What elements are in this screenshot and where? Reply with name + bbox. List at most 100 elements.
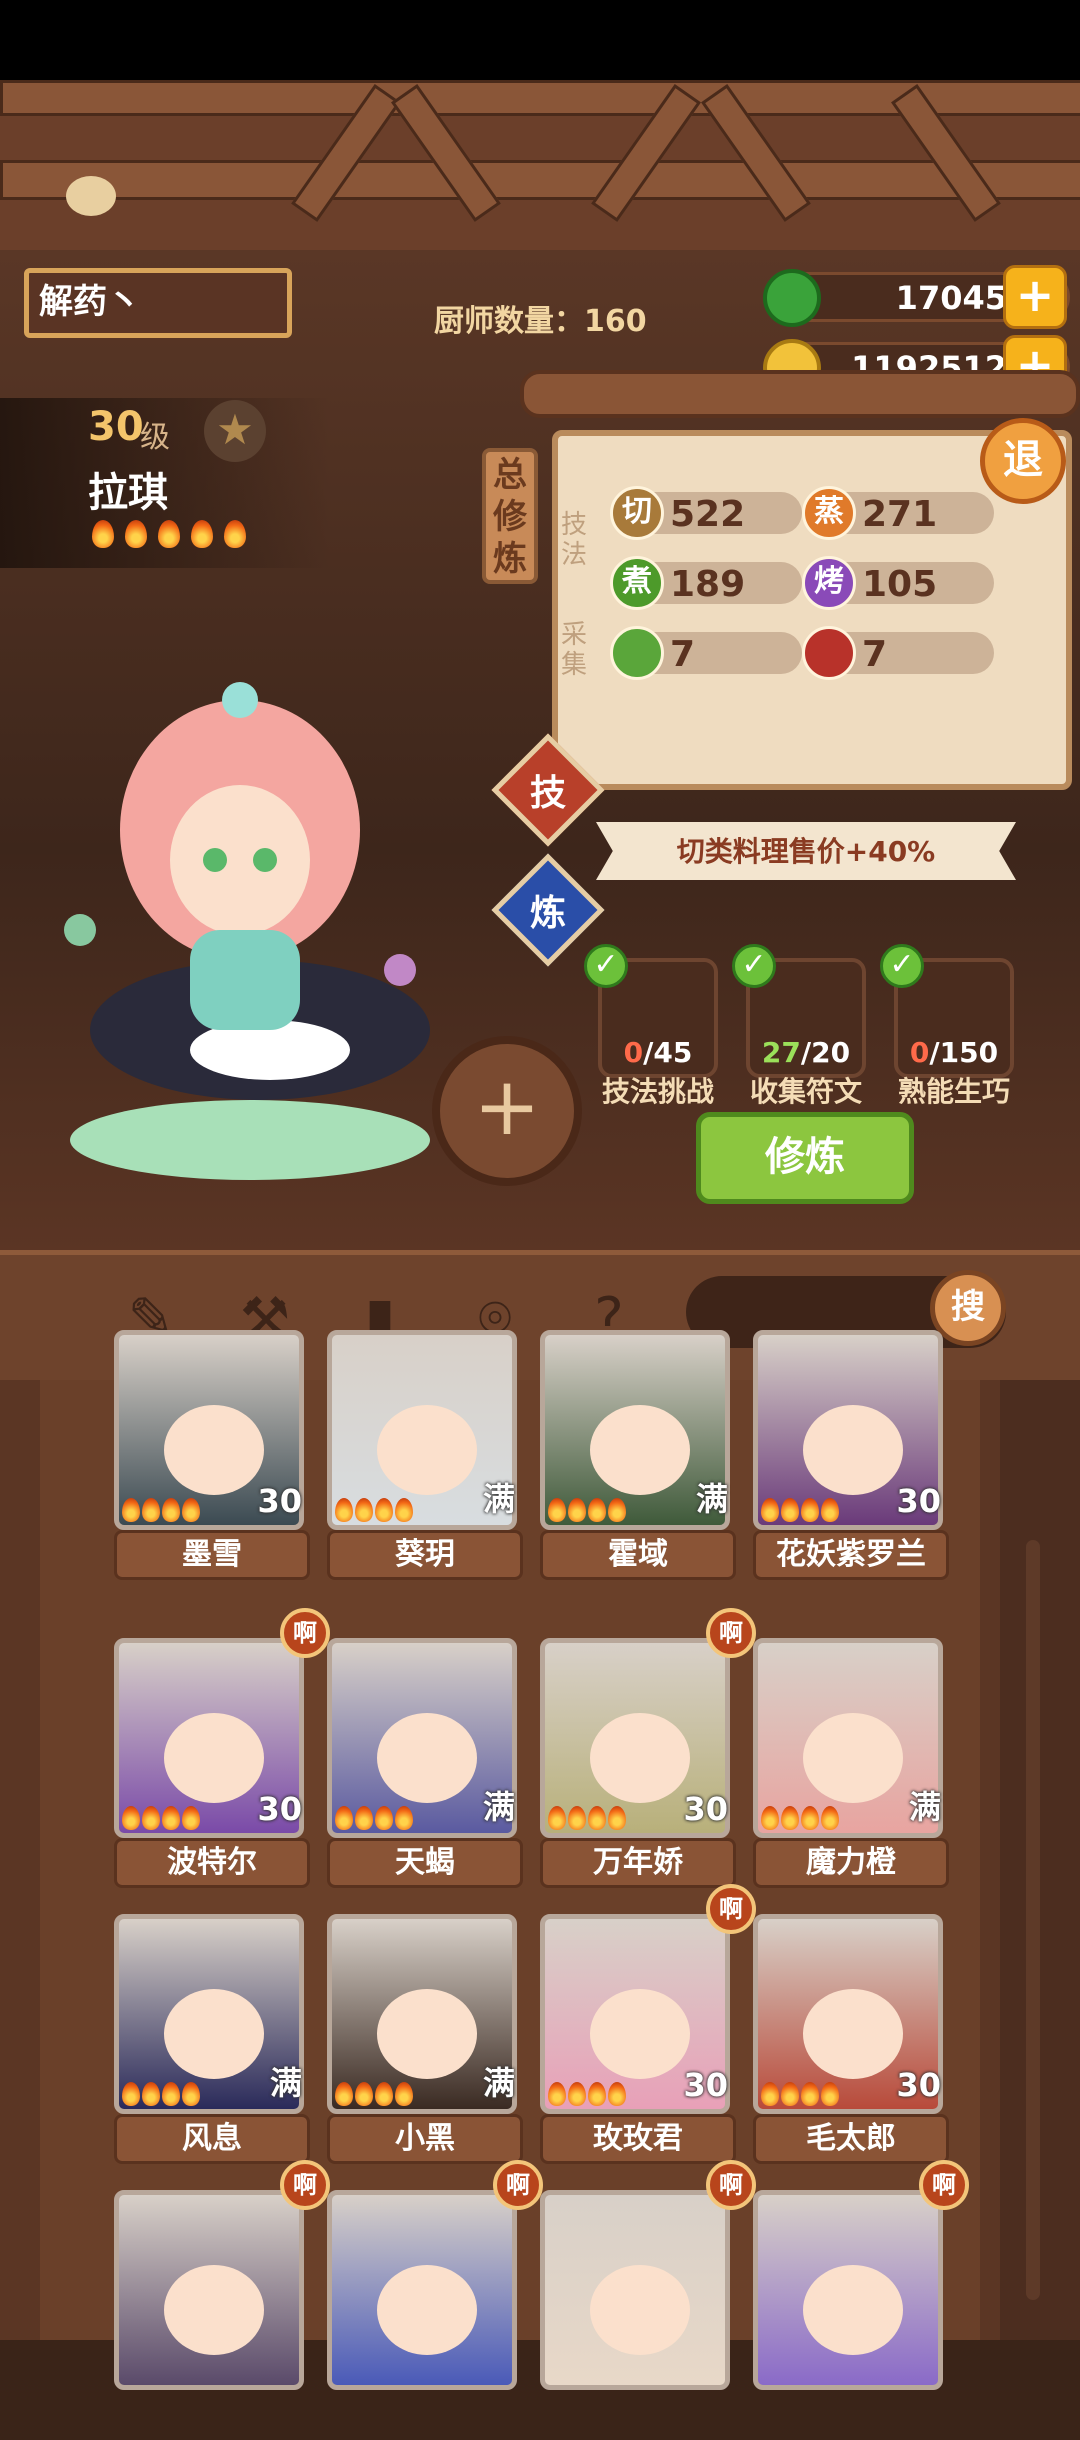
refine-tab-label: 炼 bbox=[529, 893, 566, 934]
flame-icon bbox=[761, 1806, 779, 1830]
chef-card[interactable]: 满魔力橙 bbox=[753, 1638, 949, 1888]
level-badge: 30 bbox=[257, 1482, 302, 1520]
flame-icon bbox=[224, 520, 246, 548]
flame-icon bbox=[335, 1806, 353, 1830]
flame-icon bbox=[548, 1806, 566, 1830]
chef-card[interactable]: 30 花妖紫罗兰 bbox=[753, 1330, 949, 1580]
chef-name: 拉琪 bbox=[88, 470, 168, 516]
chef-card-name: 花妖紫罗兰 bbox=[753, 1530, 949, 1580]
chef-face bbox=[590, 1713, 690, 1803]
star-icon[interactable]: ★ bbox=[204, 400, 266, 462]
chef-card[interactable]: 啊 bbox=[753, 2160, 969, 2440]
chef-card[interactable]: 啊 bbox=[114, 2160, 330, 2440]
roster-scrollbar[interactable] bbox=[1026, 1540, 1040, 2300]
cut-icon: 切 bbox=[610, 486, 664, 540]
roast-icon: 烤 bbox=[802, 556, 856, 610]
chef-card[interactable]: 满霍域 bbox=[540, 1330, 736, 1580]
flame-icon bbox=[122, 2082, 140, 2106]
flame-icon bbox=[395, 1498, 413, 1522]
flame-icon bbox=[568, 2082, 586, 2106]
flame-icon bbox=[588, 1498, 606, 1522]
flame-icon bbox=[761, 2082, 779, 2106]
chef-tag-badge: 啊 bbox=[919, 2160, 969, 2210]
task-label: 熟能生巧 bbox=[897, 1075, 1010, 1108]
stat-steam: 蒸 271 bbox=[802, 486, 994, 540]
level-badge: 30 bbox=[257, 1790, 302, 1828]
flame-icon bbox=[608, 2082, 626, 2106]
flame-icon bbox=[568, 1806, 586, 1830]
level-suffix: 级 bbox=[140, 420, 170, 455]
chef-face bbox=[164, 1713, 264, 1803]
flame-icon bbox=[781, 2082, 799, 2106]
stat-meat: 7 bbox=[802, 626, 994, 680]
roster-rail bbox=[1000, 1380, 1080, 2340]
flame-icon bbox=[821, 1498, 839, 1522]
level-badge: 30 bbox=[683, 1790, 728, 1828]
status-bar bbox=[0, 0, 1080, 80]
chef-tag-badge: 啊 bbox=[493, 2160, 543, 2210]
flame-icon bbox=[801, 2082, 819, 2106]
exit-button[interactable]: 退 bbox=[980, 418, 1066, 504]
boil-icon: 煮 bbox=[610, 556, 664, 610]
chef-card-name: 毛太郎 bbox=[753, 2114, 949, 2164]
flame-icon bbox=[395, 2082, 413, 2106]
check-icon: ✓ bbox=[880, 944, 924, 988]
scroll-rod bbox=[520, 370, 1080, 418]
chef-face bbox=[803, 1989, 903, 2079]
level-badge: 30 bbox=[683, 2066, 728, 2104]
flame-icon bbox=[801, 1498, 819, 1522]
flame-icon bbox=[761, 1498, 779, 1522]
stat-boil: 煮 189 bbox=[610, 556, 802, 610]
section-gather: 采集 bbox=[560, 620, 587, 680]
chef-card[interactable]: 30 万年娇 啊 bbox=[540, 1608, 756, 1888]
chef-card-name: 玫玫君 bbox=[540, 2114, 736, 2164]
chef-face bbox=[164, 2265, 264, 2355]
chef-card[interactable]: 满小黑 bbox=[327, 1914, 523, 2164]
flame-icon bbox=[335, 1498, 353, 1522]
jade-icon bbox=[763, 269, 821, 327]
chef-card[interactable]: 30 波特尔 啊 bbox=[114, 1608, 330, 1888]
chef-portrait bbox=[540, 2190, 730, 2390]
chef-face bbox=[590, 1405, 690, 1495]
steam-icon: 蒸 bbox=[802, 486, 856, 540]
flame-icon bbox=[142, 2082, 160, 2106]
chef-tag-badge: 啊 bbox=[280, 2160, 330, 2210]
add-jade-button[interactable]: + bbox=[1003, 265, 1067, 329]
flame-icon bbox=[142, 1498, 160, 1522]
check-icon: ✓ bbox=[732, 944, 776, 988]
flame-icon bbox=[781, 1498, 799, 1522]
stat-roast: 烤 105 bbox=[802, 556, 994, 610]
flame-icon bbox=[568, 1498, 586, 1522]
flame-icon bbox=[122, 1806, 140, 1830]
chef-card[interactable]: 啊 bbox=[327, 2160, 543, 2440]
flame-icon bbox=[191, 520, 213, 548]
chef-tag-badge: 啊 bbox=[706, 1884, 756, 1934]
chef-card[interactable]: 满风息 bbox=[114, 1914, 310, 2164]
chef-card[interactable]: 啊 bbox=[540, 2160, 756, 2440]
flame-icon bbox=[162, 1498, 180, 1522]
level-badge: 满 bbox=[482, 2064, 515, 2102]
chef-face bbox=[377, 2265, 477, 2355]
chef-card[interactable]: 满天蝎 bbox=[327, 1638, 523, 1888]
add-button[interactable]: + bbox=[432, 1036, 582, 1186]
chef-card[interactable]: 30 墨雪 bbox=[114, 1330, 310, 1580]
chef-card[interactable]: 30 玫玫君 啊 bbox=[540, 1884, 756, 2164]
flame-icon bbox=[548, 1498, 566, 1522]
chef-face bbox=[377, 1713, 477, 1803]
chef-card[interactable]: 30 毛太郎 bbox=[753, 1914, 949, 2164]
train-button[interactable]: 修炼 bbox=[696, 1112, 914, 1204]
flame-icon bbox=[182, 1806, 200, 1830]
chef-card[interactable]: 满葵玥 bbox=[327, 1330, 523, 1580]
player-name-box[interactable]: 解药丶 bbox=[24, 268, 292, 338]
flame-icon bbox=[122, 1498, 140, 1522]
task-progress: 27/20 bbox=[761, 1036, 851, 1069]
chef-card-name: 万年娇 bbox=[540, 1838, 736, 1888]
chef-face bbox=[377, 1405, 477, 1495]
task-label: 收集符文 bbox=[749, 1075, 862, 1108]
chef-card-name: 波特尔 bbox=[114, 1838, 310, 1888]
flame-icon bbox=[142, 1806, 160, 1830]
chef-tag-badge: 啊 bbox=[706, 1608, 756, 1658]
stat-vegetable: 7 bbox=[610, 626, 802, 680]
chef-count: 厨师数量：160 bbox=[434, 304, 647, 339]
flame-icon bbox=[335, 2082, 353, 2106]
